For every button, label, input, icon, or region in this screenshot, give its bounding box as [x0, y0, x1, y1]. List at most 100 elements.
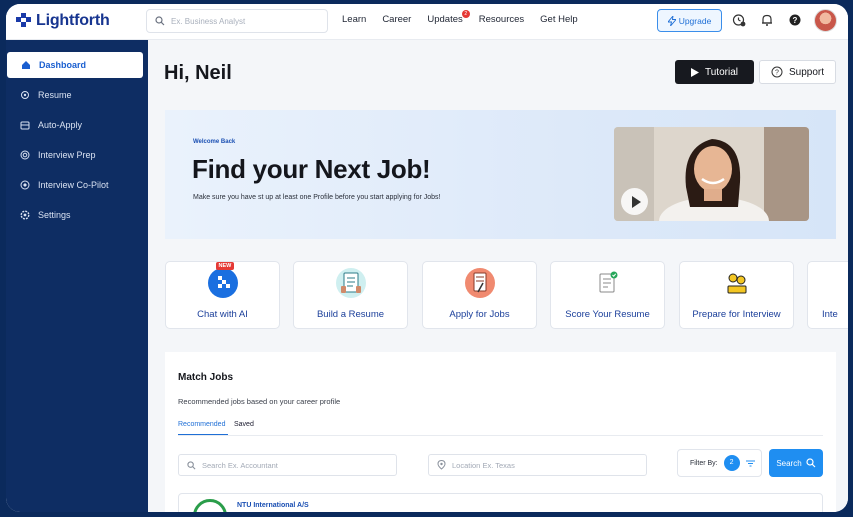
company-logo: [193, 499, 227, 512]
sidebar-item-resume[interactable]: Resume: [6, 82, 142, 108]
card-label: Prepare for Interview: [692, 309, 781, 320]
apply-jobs-icon: [464, 268, 495, 298]
sidebar-item-label: Interview Prep: [38, 150, 96, 160]
hero-banner: Welcome Back Find your Next Job! Make su…: [165, 110, 836, 239]
play-video-button[interactable]: [621, 188, 648, 215]
page-title: Hi, Neil: [164, 62, 232, 84]
svg-text:?: ?: [793, 16, 798, 25]
hero-title: Find your Next Job!: [192, 154, 431, 184]
search-icon: [187, 460, 196, 469]
location-placeholder: Location Ex. Texas: [452, 460, 515, 470]
hero-subtitle: Make sure you have st up at least one Pr…: [193, 194, 441, 201]
card-label: Chat with AI: [197, 309, 248, 320]
updates-badge: 2: [461, 10, 470, 18]
tab-recommended[interactable]: Recommended: [178, 421, 225, 428]
nav-resources[interactable]: Resources: [479, 14, 524, 25]
sidebar-item-dashboard[interactable]: Dashboard: [7, 52, 143, 78]
job-listing[interactable]: NTU International A/S: [178, 493, 823, 512]
top-bar: Lightforth Ex. Business Analyst Learn Ca…: [6, 4, 848, 40]
job-search-button[interactable]: Search: [769, 449, 823, 477]
search-icon: [806, 458, 816, 468]
nav-updates[interactable]: Updates 2: [427, 10, 470, 25]
home-icon: [21, 60, 31, 70]
lightning-icon: [667, 15, 676, 26]
chat-ai-icon: NEW: [207, 262, 238, 298]
job-company-name: NTU International A/S: [237, 502, 309, 509]
card-interview[interactable]: Inte: [807, 261, 848, 329]
tutorial-video-thumbnail[interactable]: [614, 127, 809, 221]
sidebar: Dashboard Resume Auto-Apply Interview Pr…: [6, 40, 148, 512]
job-search-placeholder: Search Ex. Accountant: [202, 460, 278, 470]
nav-learn[interactable]: Learn: [342, 14, 366, 25]
support-label: Support: [788, 66, 825, 78]
svg-text:?: ?: [775, 70, 779, 77]
top-nav: Learn Career Updates 2 Resources Get Hel…: [342, 10, 594, 25]
card-build-resume[interactable]: Build a Resume: [293, 261, 408, 329]
user-avatar[interactable]: [814, 9, 837, 32]
nav-get-help[interactable]: Get Help: [540, 14, 578, 25]
hero-eyebrow: Welcome Back: [193, 139, 236, 145]
new-badge: NEW: [215, 262, 235, 270]
filter-count-badge: 2: [723, 455, 740, 471]
support-button[interactable]: ? Support: [759, 60, 836, 84]
gear-icon: [20, 210, 30, 220]
card-label: Apply for Jobs: [449, 309, 510, 320]
filter-label: Filter By:: [690, 459, 718, 467]
tutorial-label: Tutorial: [705, 66, 738, 78]
auto-apply-icon: [20, 120, 30, 130]
bell-icon[interactable]: [760, 13, 774, 27]
main-content: Hi, Neil Tutorial ? Support Welcome Back…: [148, 40, 848, 512]
card-label: Build a Resume: [316, 309, 385, 320]
filter-icon: [745, 460, 755, 466]
lightforth-logo-icon: [16, 13, 32, 29]
tab-saved[interactable]: Saved: [234, 421, 254, 428]
filter-control[interactable]: Filter By: 2: [677, 449, 762, 477]
job-search-input[interactable]: Search Ex. Accountant: [178, 454, 397, 476]
card-prepare-interview[interactable]: Prepare for Interview: [679, 261, 794, 329]
active-tab-indicator: [178, 434, 228, 435]
question-circle-icon: ?: [771, 66, 783, 78]
sidebar-item-label: Interview Co-Pilot: [38, 180, 109, 190]
card-label: Inte: [822, 309, 838, 320]
match-jobs-subtitle: Recommended jobs based on your career pr…: [178, 397, 341, 406]
card-apply-for-jobs[interactable]: Apply for Jobs: [422, 261, 537, 329]
card-label: Score Your Resume: [565, 309, 650, 320]
clock-settings-icon[interactable]: [732, 13, 746, 27]
sidebar-item-label: Resume: [38, 90, 72, 100]
nav-career[interactable]: Career: [382, 14, 411, 25]
card-chat-with-ai[interactable]: NEW Chat with AI: [165, 261, 280, 329]
quick-actions: NEW Chat with AI Build a Resume Apply fo…: [165, 261, 848, 329]
global-search-input[interactable]: Ex. Business Analyst: [146, 9, 328, 33]
sidebar-item-auto-apply[interactable]: Auto-Apply: [6, 112, 142, 138]
help-icon[interactable]: ?: [788, 13, 802, 27]
resume-icon: [20, 90, 30, 100]
nav-updates-label: Updates: [427, 14, 463, 25]
match-jobs-panel: Match Jobs Recommended jobs based on you…: [165, 352, 836, 512]
sidebar-item-label: Settings: [38, 210, 71, 220]
target-icon: [20, 150, 30, 160]
sidebar-item-label: Dashboard: [39, 60, 87, 70]
resume-build-icon: [335, 268, 366, 298]
prepare-interview-icon: [721, 268, 752, 298]
app-window: Lightforth Ex. Business Analyst Learn Ca…: [6, 4, 848, 512]
copilot-icon: [20, 180, 30, 190]
sidebar-item-settings[interactable]: Settings: [6, 202, 142, 228]
location-input[interactable]: Location Ex. Texas: [428, 454, 647, 476]
tutorial-button[interactable]: Tutorial: [675, 60, 754, 84]
sidebar-item-label: Auto-Apply: [38, 120, 83, 130]
tabs-divider: [178, 435, 823, 436]
match-jobs-title: Match Jobs: [178, 372, 234, 383]
sidebar-item-interview-prep[interactable]: Interview Prep: [6, 142, 142, 168]
sidebar-item-interview-copilot[interactable]: Interview Co-Pilot: [6, 172, 142, 198]
play-icon: [691, 67, 699, 77]
score-resume-icon: [592, 268, 623, 298]
search-placeholder: Ex. Business Analyst: [171, 16, 246, 26]
upgrade-label: Upgrade: [678, 15, 712, 26]
search-icon: [155, 16, 165, 26]
brand-name: Lightforth: [36, 12, 110, 29]
upgrade-button[interactable]: Upgrade: [657, 9, 722, 32]
search-button-label: Search: [776, 458, 802, 468]
brand-logo[interactable]: Lightforth: [16, 12, 110, 30]
location-icon: [437, 460, 446, 470]
card-score-resume[interactable]: Score Your Resume: [550, 261, 665, 329]
